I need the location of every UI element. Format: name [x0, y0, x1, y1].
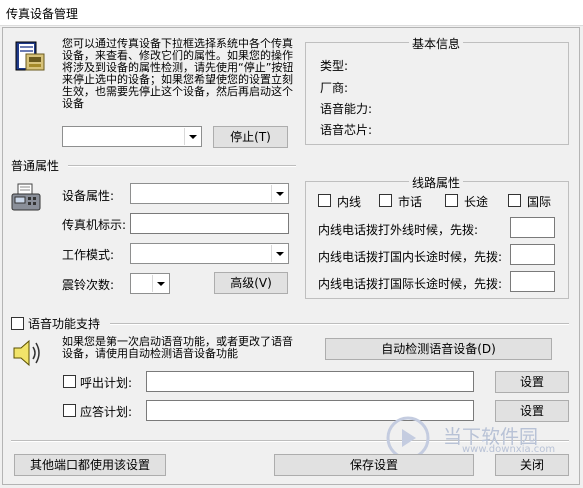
voice-chip-label: 语音芯片:: [320, 123, 373, 137]
outside-prefix-label: 内线电话拨打外线时候，先拨:: [318, 223, 479, 237]
basic-info-title: 基本信息: [409, 35, 464, 52]
answer-plan-checkbox[interactable]: [63, 404, 76, 417]
fax-id-label: 传真机标示:: [62, 218, 127, 232]
voice-separator: [110, 323, 569, 325]
city-checkbox[interactable]: [379, 194, 392, 207]
international-label: 国际: [527, 195, 552, 209]
top-description: 您可以通过传真设备下拉框选择系统中各个传真设备，来查看、修改它们的属性。如果您的…: [62, 38, 294, 110]
voice-support-checkbox[interactable]: [11, 317, 24, 330]
line-props-title: 线路属性: [409, 174, 464, 191]
domestic-prefix-label: 内线电话拨打国内长途时候，先拨:: [318, 250, 503, 264]
chevron-down-icon: [184, 128, 200, 145]
voice-capability-label: 语音能力:: [320, 102, 373, 116]
device-props-label: 设备属性:: [62, 189, 115, 203]
device-props-select[interactable]: [130, 183, 289, 204]
local-checkbox[interactable]: [318, 194, 331, 207]
intl-prefix-label: 内线电话拨打国际长途时候，先拨:: [318, 277, 503, 291]
outgoing-setup-button[interactable]: 设置: [495, 371, 569, 393]
work-mode-label: 工作模式:: [62, 248, 115, 262]
chevron-down-icon: [271, 185, 287, 202]
work-mode-select[interactable]: [130, 243, 289, 264]
type-label: 类型:: [320, 59, 349, 73]
fax-id-input[interactable]: [130, 213, 289, 234]
title-bar: 传真设备管理: [0, 0, 583, 26]
vendor-label: 厂商:: [320, 81, 349, 95]
fax-device-select[interactable]: [62, 126, 202, 147]
outside-prefix-input[interactable]: [510, 217, 555, 238]
close-button[interactable]: 关闭: [495, 454, 569, 476]
voice-support-label: 语音功能支持: [28, 317, 101, 331]
domestic-prefix-input[interactable]: [510, 244, 555, 265]
outgoing-plan-input[interactable]: [146, 371, 474, 392]
general-section-label: 普通属性: [11, 159, 60, 173]
apply-to-all-ports-button[interactable]: 其他端口都使用该设置: [14, 454, 166, 476]
international-checkbox[interactable]: [508, 194, 521, 207]
save-settings-button[interactable]: 保存设置: [274, 454, 474, 476]
city-label: 市话: [398, 195, 423, 209]
long-distance-label: 长途: [464, 195, 489, 209]
answer-setup-button[interactable]: 设置: [495, 400, 569, 422]
chevron-down-icon: [152, 275, 168, 292]
auto-detect-voice-button[interactable]: 自动检测语音设备(D): [325, 338, 552, 360]
answer-plan-label: 应答计划:: [80, 405, 133, 419]
outgoing-plan-label: 呼出计划:: [80, 376, 133, 390]
chevron-down-icon: [271, 245, 287, 262]
voice-description: 如果您是第一次启动语音功能，或者更改了语音设备，请使用自动检测语音设备功能: [62, 336, 293, 360]
fax-book-icon: [10, 38, 48, 76]
advanced-button[interactable]: 高级(V): [214, 272, 288, 294]
fax-machine-icon: [10, 182, 42, 214]
general-separator: [68, 165, 296, 167]
speaker-icon: [11, 336, 45, 370]
intl-prefix-input[interactable]: [510, 271, 555, 292]
outgoing-plan-checkbox[interactable]: [63, 375, 76, 388]
local-label: 内线: [337, 195, 362, 209]
window-title: 传真设备管理: [6, 7, 79, 21]
stop-button[interactable]: 停止(T): [213, 126, 288, 148]
long-distance-checkbox[interactable]: [445, 194, 458, 207]
rings-label: 震铃次数:: [62, 278, 115, 292]
rings-select[interactable]: [130, 273, 170, 294]
